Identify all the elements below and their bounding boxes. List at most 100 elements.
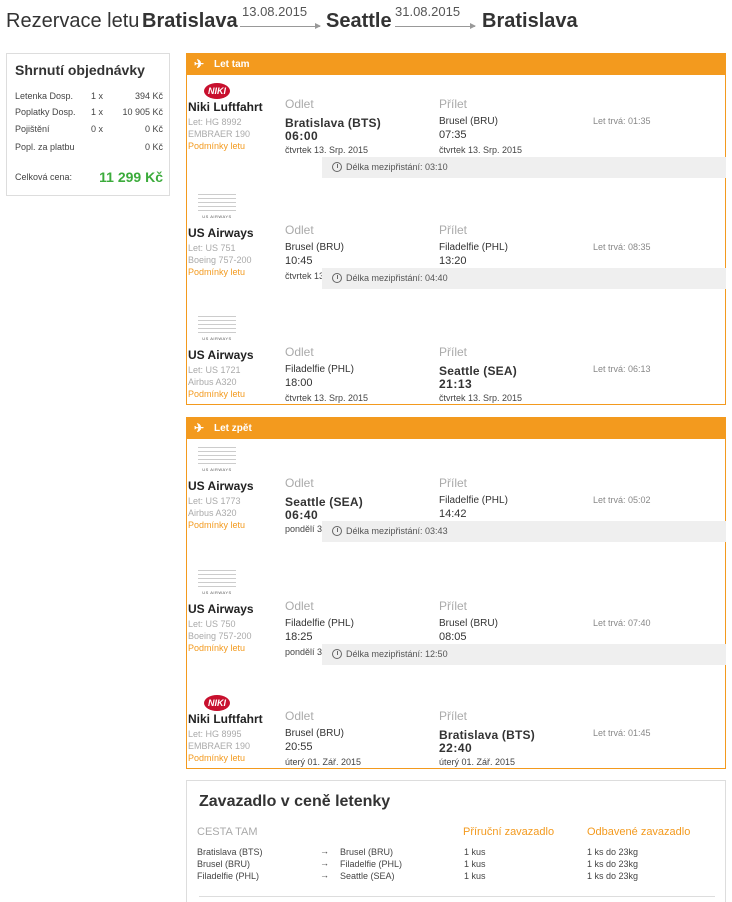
- arrival-city: Seattle (SEA): [439, 364, 517, 378]
- header-prefix: Rezervace letu: [6, 10, 140, 32]
- departure-time: 06:40: [285, 508, 319, 522]
- arrival-time: 07:35: [439, 129, 467, 141]
- flight-duration: Let trvá: 05:02: [593, 495, 651, 505]
- conditions-link[interactable]: Podmínky letu: [188, 141, 245, 151]
- arrow-icon: [395, 23, 476, 29]
- arrow-right-icon: →: [320, 858, 329, 868]
- summary-label: Letenka Dosp.: [15, 91, 74, 101]
- airline-name: US Airways: [188, 479, 254, 493]
- departure-city: Filadelfie (PHL): [285, 618, 354, 629]
- arrival-label: Přílet: [439, 345, 468, 359]
- summary-amount: 0 Kč: [144, 142, 163, 152]
- flight-number: Let: HG 8992: [188, 117, 242, 127]
- aircraft-type: Boeing 757-200: [188, 631, 252, 641]
- flight-segment: US AIRWAYS US Airways Let: US 1721 Airbu…: [187, 310, 725, 430]
- niki-logo-icon: NIKI: [204, 83, 230, 99]
- airline-name: US Airways: [188, 348, 254, 362]
- flight-segment: US AIRWAYS US Airways Let: US 1773 Airbu…: [187, 441, 726, 561]
- outbound-title: Let tam: [214, 59, 250, 70]
- flight-duration: Let trvá: 08:35: [593, 242, 651, 252]
- conditions-link[interactable]: Podmínky letu: [188, 520, 245, 530]
- conditions-link[interactable]: Podmínky letu: [188, 753, 245, 763]
- conditions-link[interactable]: Podmínky letu: [188, 643, 245, 653]
- arrival-time: 13:20: [439, 255, 467, 267]
- luggage-hand: 1 kus: [464, 871, 486, 881]
- arrival-time: 21:13: [439, 377, 473, 391]
- flight-segment: US AIRWAYS US Airways Let: US 751 Boeing…: [187, 188, 726, 308]
- layover-bar: Délka mezipřistání: 03:10: [322, 157, 726, 178]
- luggage-col-route: CESTA TAM: [197, 826, 258, 838]
- departure-label: Odlet: [285, 223, 314, 237]
- arrival-label: Přílet: [439, 476, 468, 490]
- summary-title: Shrnutí objednávky: [15, 62, 145, 78]
- aircraft-type: EMBRAER 190: [188, 741, 251, 751]
- departure-label: Odlet: [285, 97, 314, 111]
- layover-bar: Délka mezipřistání: 03:43: [322, 521, 726, 542]
- airline-name: US Airways: [188, 602, 254, 616]
- layover-text: Délka mezipřistání: 03:43: [346, 526, 448, 536]
- arrival-city: Brusel (BRU): [439, 618, 498, 629]
- conditions-link[interactable]: Podmínky letu: [188, 389, 245, 399]
- summary-row: Popl. za platbu 0 Kč: [15, 142, 163, 154]
- order-summary: Shrnutí objednávky Letenka Dosp. 1 x 394…: [6, 53, 170, 196]
- summary-row: Pojištění 0 x 0 Kč: [15, 124, 163, 136]
- luggage-checked: 1 ks do 23kg: [587, 859, 639, 869]
- conditions-link[interactable]: Podmínky letu: [188, 267, 245, 277]
- us-airways-logo-icon: US AIRWAYS: [198, 570, 236, 600]
- flight-number: Let: US 1773: [188, 496, 241, 506]
- clock-icon: [332, 649, 342, 659]
- summary-total: Celková cena: 11 299 Kč: [15, 169, 163, 185]
- arrival-city: Bratislava (BTS): [439, 728, 535, 742]
- flight-segment: US AIRWAYS US Airways Let: US 750 Boeing…: [187, 564, 726, 684]
- summary-qty: 1 x: [91, 91, 104, 101]
- us-airways-logo-text: US AIRWAYS: [202, 214, 232, 219]
- arrival-city: Brusel (BRU): [439, 116, 498, 127]
- luggage-to: Filadelfie (PHL): [340, 859, 403, 869]
- arrival-label: Přílet: [439, 97, 468, 111]
- header-date-back: 31.08.2015: [395, 4, 461, 19]
- airline-name: Niki Luftfahrt: [188, 100, 263, 114]
- flight-number: Let: US 751: [188, 243, 236, 253]
- layover-text: Délka mezipřistání: 04:40: [346, 273, 448, 283]
- luggage-divider: [199, 896, 715, 897]
- arrival-label: Přílet: [439, 709, 468, 723]
- us-airways-logo-text: US AIRWAYS: [202, 467, 232, 472]
- total-amount: 11 299 Kč: [99, 169, 163, 185]
- arrival-city: Filadelfie (PHL): [439, 495, 508, 506]
- clock-icon: [332, 273, 342, 283]
- layover-value: 03:43: [425, 526, 448, 536]
- duration-value: 01:45: [628, 728, 651, 738]
- departure-label: Odlet: [285, 476, 314, 490]
- us-airways-logo-text: US AIRWAYS: [202, 590, 232, 595]
- summary-qty: 0 x: [91, 124, 104, 134]
- header-return: Bratislava: [482, 10, 578, 32]
- arrival-city: Filadelfie (PHL): [439, 242, 508, 253]
- duration-label: Let trvá:: [593, 495, 626, 505]
- flight-number: Let: US 750: [188, 619, 236, 629]
- duration-label: Let trvá:: [593, 728, 626, 738]
- summary-amount: 10 905 Kč: [122, 107, 163, 117]
- airline-name: Niki Luftfahrt: [188, 712, 263, 726]
- aircraft-type: EMBRAER 190: [188, 129, 251, 139]
- departure-date: čtvrtek 13. Srp. 2015: [285, 145, 369, 155]
- us-airways-logo-text: US AIRWAYS: [202, 336, 232, 341]
- departure-city: Bratislava (BTS): [285, 116, 381, 130]
- summary-amount: 0 Kč: [144, 124, 163, 134]
- arrival-date: čtvrtek 13. Srp. 2015: [439, 393, 523, 403]
- summary-qty: 1 x: [91, 107, 104, 117]
- luggage-hand: 1 kus: [464, 847, 486, 857]
- duration-value: 07:40: [628, 618, 651, 628]
- total-label: Celková cena:: [15, 172, 73, 182]
- outbound-panel: ✈ Let tam NIKI Niki Luftfahrt Let: HG 89…: [186, 53, 726, 405]
- departure-label: Odlet: [285, 709, 314, 723]
- arrow-right-icon: →: [320, 870, 329, 880]
- summary-label: Poplatky Dosp.: [15, 107, 76, 117]
- header-destination: Seattle: [326, 10, 392, 32]
- arrow-icon: [240, 23, 321, 29]
- departure-city: Brusel (BRU): [285, 728, 344, 739]
- luggage-from: Filadelfie (PHL): [197, 871, 260, 881]
- aircraft-type: Boeing 757-200: [188, 255, 252, 265]
- summary-label: Popl. za platbu: [15, 142, 75, 152]
- layover-text: Délka mezipřistání: 12:50: [346, 649, 448, 659]
- layover-label: Délka mezipřistání:: [346, 526, 423, 536]
